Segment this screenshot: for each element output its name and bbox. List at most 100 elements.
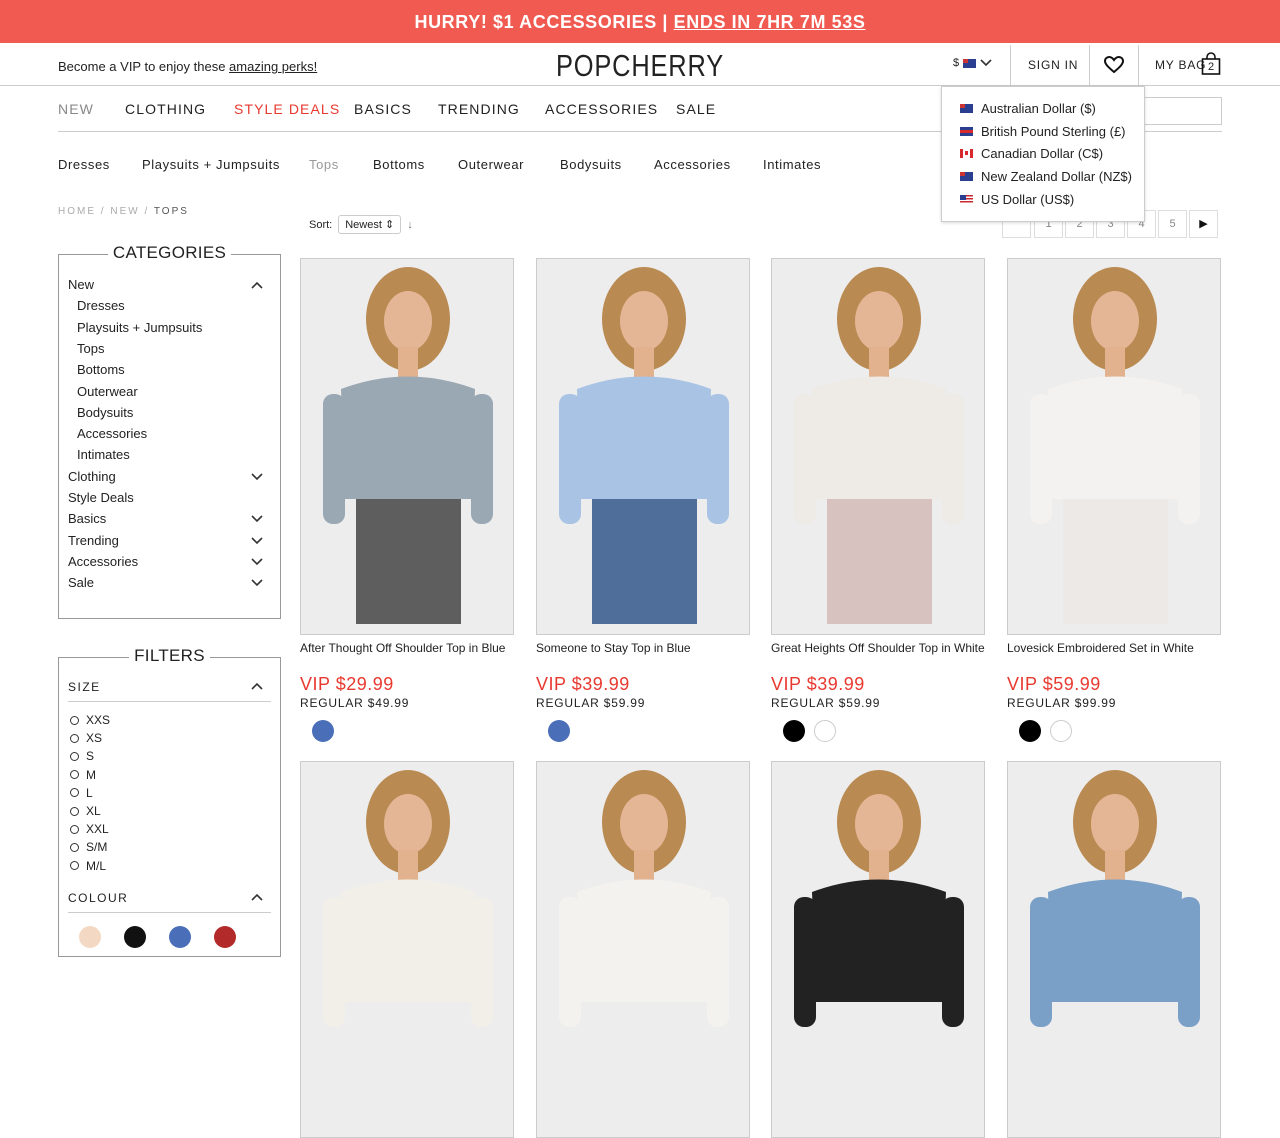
chevron-up-icon[interactable] <box>251 281 263 289</box>
radio-icon[interactable] <box>70 806 79 816</box>
product-name[interactable]: Someone to Stay Top in Blue <box>536 641 691 655</box>
breadcrumb-new[interactable]: NEW <box>110 206 139 217</box>
currency-selector[interactable]: $ <box>953 57 992 69</box>
pagination-next-icon[interactable]: ▶ <box>1189 210 1218 238</box>
product-colour-swatch[interactable] <box>548 720 570 742</box>
colour-swatch[interactable] <box>214 926 236 948</box>
promo-banner[interactable]: HURRY! $1 ACCESSORIES | ENDS IN 7HR 7M 5… <box>0 0 1280 43</box>
product-colour-swatch[interactable] <box>312 720 334 742</box>
category-item[interactable]: Outerwear <box>77 384 138 399</box>
subnav-accessories[interactable]: Accessories <box>654 157 731 172</box>
chevron-up-icon[interactable] <box>251 682 263 690</box>
product-name[interactable]: Lovesick Embroidered Set in White <box>1007 641 1194 655</box>
category-item[interactable]: Trending <box>68 533 119 548</box>
chevron-up-icon[interactable] <box>251 893 263 901</box>
radio-icon[interactable] <box>70 770 79 780</box>
subnav-outerwear[interactable]: Outerwear <box>458 157 524 172</box>
shopping-bag-icon[interactable]: 2 <box>1201 52 1221 76</box>
product-image[interactable] <box>300 258 514 635</box>
category-item[interactable]: Tops <box>77 341 104 356</box>
category-item[interactable]: Basics <box>68 511 106 526</box>
radio-icon[interactable] <box>70 733 79 743</box>
search-input[interactable] <box>1142 97 1222 125</box>
product-image[interactable] <box>1007 761 1221 1138</box>
chevron-down-icon[interactable] <box>251 473 263 481</box>
nav-clothing[interactable]: CLOTHING <box>125 101 206 117</box>
nav-style-deals[interactable]: STYLE DEALS <box>234 101 340 117</box>
radio-icon[interactable] <box>70 751 79 761</box>
nav-basics[interactable]: BASICS <box>354 101 412 117</box>
product-colour-swatch[interactable] <box>1019 720 1041 742</box>
category-item[interactable]: New <box>68 277 94 292</box>
currency-option-usd[interactable]: US Dollar (US$) <box>960 192 1074 207</box>
size-option[interactable]: XL <box>70 804 101 818</box>
product-image[interactable] <box>771 258 985 635</box>
currency-option-gbp[interactable]: British Pound Sterling (£) <box>960 124 1126 139</box>
size-option[interactable]: XXL <box>70 822 109 836</box>
nav-new[interactable]: NEW <box>58 101 94 117</box>
product-name[interactable]: Great Heights Off Shoulder Top in White <box>771 641 985 655</box>
currency-option-cad[interactable]: Canadian Dollar (C$) <box>960 146 1103 161</box>
category-item[interactable]: Bodysuits <box>77 405 133 420</box>
product-colour-swatch[interactable] <box>814 720 836 742</box>
chevron-down-icon[interactable] <box>251 515 263 523</box>
category-item[interactable]: Clothing <box>68 469 116 484</box>
sign-in-link[interactable]: SIGN IN <box>1028 58 1078 72</box>
site-logo[interactable]: POPCHERRY <box>115 48 1165 84</box>
category-item[interactable]: Style Deals <box>68 490 134 505</box>
size-option[interactable]: M/L <box>70 859 106 873</box>
category-item[interactable]: Accessories <box>77 426 147 441</box>
nav-trending[interactable]: TRENDING <box>438 101 520 117</box>
size-option[interactable]: S/M <box>70 840 107 854</box>
colour-filter-heading[interactable]: COLOUR <box>68 891 128 905</box>
product-colour-swatch[interactable] <box>1050 720 1072 742</box>
subnav-bottoms[interactable]: Bottoms <box>373 157 425 172</box>
nav-accessories[interactable]: ACCESSORIES <box>545 101 658 117</box>
breadcrumb-home[interactable]: HOME <box>58 206 96 217</box>
colour-swatch[interactable] <box>79 926 101 948</box>
radio-icon[interactable] <box>70 861 79 871</box>
product-name[interactable]: After Thought Off Shoulder Top in Blue <box>300 641 505 655</box>
product-image[interactable] <box>300 761 514 1138</box>
radio-icon[interactable] <box>70 715 79 725</box>
radio-icon[interactable] <box>70 788 79 798</box>
subnav-tops[interactable]: Tops <box>309 157 339 172</box>
subnav-playsuits[interactable]: Playsuits + Jumpsuits <box>142 157 280 172</box>
size-filter-heading[interactable]: SIZE <box>68 680 101 694</box>
wishlist-heart-icon[interactable] <box>1103 55 1125 79</box>
category-item[interactable]: Accessories <box>68 554 138 569</box>
sort-select[interactable]: Newest ⇕ <box>338 215 402 234</box>
size-option[interactable]: S <box>70 749 94 763</box>
category-item[interactable]: Bottoms <box>77 362 125 377</box>
product-image[interactable] <box>536 258 750 635</box>
currency-option-nzd[interactable]: New Zealand Dollar (NZ$) <box>960 169 1132 184</box>
pagination-page[interactable]: 5 <box>1158 210 1187 238</box>
chevron-down-icon[interactable] <box>251 537 263 545</box>
category-item[interactable]: Playsuits + Jumpsuits <box>77 320 202 335</box>
product-image[interactable] <box>536 761 750 1138</box>
product-image[interactable] <box>771 761 985 1138</box>
category-item[interactable]: Sale <box>68 575 94 590</box>
chevron-down-icon[interactable] <box>251 579 263 587</box>
promo-countdown-link[interactable]: ENDS IN 7HR 7M 53S <box>674 12 866 32</box>
sort-direction-icon[interactable]: ↓ <box>407 219 413 231</box>
chevron-down-icon[interactable] <box>251 558 263 566</box>
currency-option-aud[interactable]: Australian Dollar ($) <box>960 101 1096 116</box>
subnav-bodysuits[interactable]: Bodysuits <box>560 157 622 172</box>
size-option[interactable]: L <box>70 786 93 800</box>
radio-icon[interactable] <box>70 842 79 852</box>
colour-swatch[interactable] <box>124 926 146 948</box>
subnav-dresses[interactable]: Dresses <box>58 157 110 172</box>
size-option[interactable]: XXS <box>70 713 110 727</box>
product-image[interactable] <box>1007 258 1221 635</box>
category-item[interactable]: Intimates <box>77 447 130 462</box>
category-item[interactable]: Dresses <box>77 298 125 313</box>
radio-icon[interactable] <box>70 824 79 834</box>
size-option[interactable]: M <box>70 768 96 782</box>
product-colour-swatch[interactable] <box>783 720 805 742</box>
colour-swatch[interactable] <box>169 926 191 948</box>
my-bag-link[interactable]: MY BAG <box>1155 58 1206 72</box>
size-option[interactable]: XS <box>70 731 102 745</box>
nav-sale[interactable]: SALE <box>676 101 716 117</box>
subnav-intimates[interactable]: Intimates <box>763 157 821 172</box>
